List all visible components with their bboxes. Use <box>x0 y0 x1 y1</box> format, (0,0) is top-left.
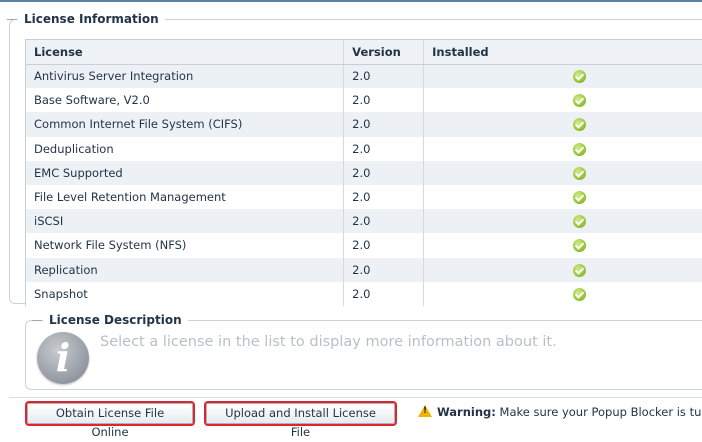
license-name-cell: Common Internet File System (CIFS) <box>26 112 345 137</box>
installed-check-icon <box>573 166 587 180</box>
installed-check-icon <box>573 70 587 84</box>
obtain-license-file-online-button[interactable]: Obtain License File Online <box>25 401 195 439</box>
license-row[interactable]: EMC Supported 2.0 <box>26 160 702 185</box>
license-installed-cell <box>423 64 702 89</box>
license-name-cell: Deduplication <box>26 136 345 161</box>
license-name-cell: iSCSI <box>26 209 345 234</box>
license-installed-cell <box>423 257 702 282</box>
installed-check-icon <box>573 94 587 108</box>
popup-blocker-warning: Warning: Make sure your Popup Blocker is… <box>418 405 702 419</box>
installed-check-icon <box>573 239 587 253</box>
license-version-cell: 2.0 <box>343 88 425 113</box>
installed-check-icon <box>573 118 587 132</box>
license-table: License Version Installed Antivirus Serv… <box>26 40 702 306</box>
license-row[interactable]: Base Software, V2.0 2.0 <box>26 88 702 113</box>
installed-check-icon <box>573 191 587 205</box>
license-version-cell: 2.0 <box>343 112 425 137</box>
license-row[interactable]: Common Internet File System (CIFS) 2.0 <box>26 112 702 137</box>
upload-install-license-file-button[interactable]: Upload and Install License File <box>204 401 397 439</box>
license-description-panel <box>25 320 702 390</box>
column-header-version[interactable]: Version <box>343 40 425 65</box>
license-table-wrapper: License Version Installed Antivirus Serv… <box>25 39 702 306</box>
license-name-cell: Base Software, V2.0 <box>26 88 345 113</box>
license-version-cell: 2.0 <box>343 281 425 306</box>
license-version-cell: 2.0 <box>343 257 425 282</box>
license-version-cell: 2.0 <box>343 136 425 161</box>
license-name-cell: EMC Supported <box>26 160 345 185</box>
license-name-cell: Antivirus Server Integration <box>26 64 345 89</box>
installed-check-icon <box>573 263 587 277</box>
top-rule <box>0 0 702 2</box>
license-information-legend: License Information <box>7 12 165 26</box>
license-installed-cell <box>423 88 702 113</box>
bottom-divider <box>9 397 702 398</box>
license-installed-cell <box>423 233 702 258</box>
license-name-cell: File Level Retention Management <box>26 184 345 210</box>
license-row[interactable]: File Level Retention Management 2.0 <box>26 184 702 210</box>
installed-check-icon <box>573 142 587 156</box>
license-installed-cell <box>423 112 702 137</box>
license-version-cell: 2.0 <box>343 184 425 210</box>
warning-label: Warning: <box>437 405 496 419</box>
license-installed-cell <box>423 160 702 185</box>
license-row[interactable]: iSCSI 2.0 <box>26 209 702 234</box>
license-installed-cell <box>423 281 702 306</box>
license-installed-cell <box>423 136 702 161</box>
license-version-cell: 2.0 <box>343 64 425 89</box>
license-row[interactable]: Antivirus Server Integration 2.0 <box>26 64 702 89</box>
installed-check-icon <box>573 215 587 229</box>
license-row[interactable]: Snapshot 2.0 <box>26 281 702 306</box>
license-name-cell: Network File System (NFS) <box>26 233 345 258</box>
warning-text: Make sure your Popup Blocker is tur <box>499 405 702 419</box>
license-row[interactable]: Network File System (NFS) 2.0 <box>26 233 702 258</box>
installed-check-icon <box>573 287 587 301</box>
warning-icon <box>418 405 432 417</box>
license-name-cell: Replication <box>26 257 345 282</box>
column-header-license[interactable]: License <box>26 40 345 65</box>
license-row[interactable]: Replication 2.0 <box>26 257 702 282</box>
license-description-legend: License Description <box>32 313 188 327</box>
license-table-header: License Version Installed <box>26 40 702 65</box>
license-name-cell: Snapshot <box>26 281 345 306</box>
column-header-installed[interactable]: Installed <box>423 40 702 65</box>
license-version-cell: 2.0 <box>343 209 425 234</box>
license-description-text: Select a license in the list to display … <box>100 334 557 350</box>
license-row[interactable]: Deduplication 2.0 <box>26 136 702 161</box>
license-version-cell: 2.0 <box>343 233 425 258</box>
license-version-cell: 2.0 <box>343 160 425 185</box>
info-icon <box>37 332 89 384</box>
license-installed-cell <box>423 209 702 234</box>
license-installed-cell <box>423 184 702 210</box>
